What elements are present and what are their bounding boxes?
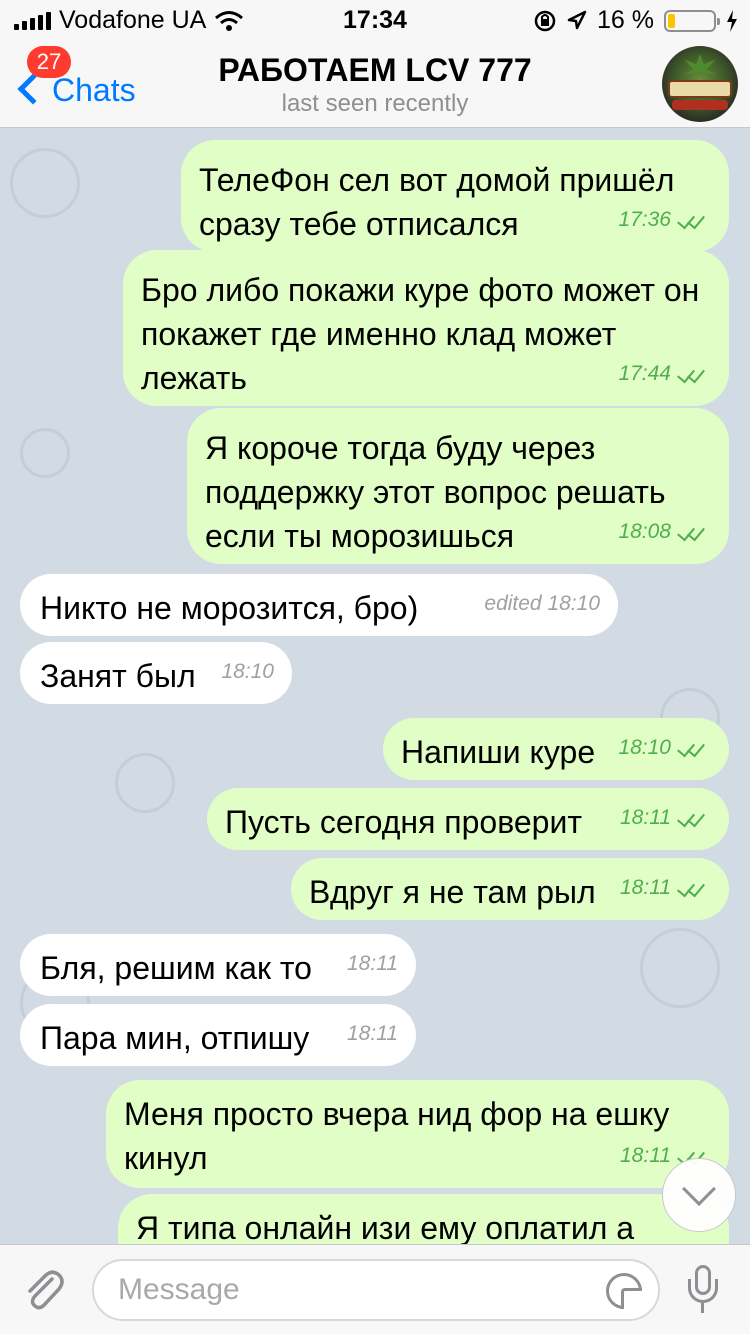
microphone-icon[interactable] bbox=[686, 1265, 720, 1317]
chat-header: Chats 27 РАБОТАЕМ LCV 777 last seen rece… bbox=[0, 40, 750, 128]
avatar-logo-band bbox=[668, 80, 732, 98]
wallpaper-doodle bbox=[115, 753, 175, 813]
message-meta: 17:36 bbox=[618, 198, 711, 242]
status-right: 16 % bbox=[533, 6, 738, 35]
message-bubble-outgoing[interactable]: Меня просто вчера нид фор на ешку кинул … bbox=[106, 1080, 729, 1188]
message-meta: 18:11 bbox=[347, 942, 398, 986]
message-time: 18:10 bbox=[221, 660, 274, 683]
message-time: edited 18:10 bbox=[484, 592, 600, 615]
message-meta: 18:08 bbox=[618, 510, 711, 554]
message-input-bar bbox=[0, 1244, 750, 1334]
message-list[interactable]: ТелеФон сел вот домой пришёл сразу тебе … bbox=[0, 128, 750, 1244]
orientation-lock-icon bbox=[534, 10, 556, 31]
message-meta: 18:11 bbox=[620, 866, 711, 910]
wallpaper-doodle bbox=[20, 428, 70, 478]
message-bubble-outgoing[interactable]: Я типа онлайн изи ему оплатил а bbox=[118, 1194, 729, 1244]
location-icon bbox=[567, 10, 587, 29]
double-check-icon bbox=[675, 523, 711, 541]
message-text: Я типа онлайн изи ему оплатил а bbox=[136, 1210, 635, 1244]
battery-percent: 16 % bbox=[597, 6, 654, 34]
message-time: 18:10 bbox=[618, 736, 671, 759]
message-bubble-outgoing[interactable]: Вдруг я не там рыл 18:11 bbox=[291, 858, 729, 920]
message-bubble-outgoing[interactable]: Напиши куре 18:10 bbox=[383, 718, 729, 780]
charging-bolt-icon bbox=[727, 9, 737, 32]
double-check-icon bbox=[675, 365, 711, 383]
message-bubble-incoming[interactable]: Занят был 18:10 bbox=[20, 642, 292, 704]
message-text: Пара мин, отпишу bbox=[40, 1020, 310, 1056]
wallpaper-doodle bbox=[640, 928, 720, 1008]
message-text: Занят был bbox=[40, 658, 196, 694]
double-check-icon bbox=[675, 739, 711, 757]
message-time: 17:44 bbox=[618, 362, 671, 385]
chevron-down-icon bbox=[682, 1172, 716, 1206]
message-meta: 18:10 bbox=[221, 650, 274, 694]
double-check-icon bbox=[675, 809, 711, 827]
message-meta: edited 18:10 bbox=[484, 582, 600, 626]
message-meta: 18:11 bbox=[620, 796, 711, 840]
message-meta: 18:11 bbox=[347, 1012, 398, 1056]
message-time: 18:08 bbox=[618, 520, 671, 543]
message-text: Вдруг я не там рыл bbox=[309, 874, 596, 910]
message-text: Меня просто вчера нид фор на ешку кинул bbox=[124, 1096, 679, 1176]
message-time: 18:11 bbox=[620, 876, 671, 899]
message-bubble-incoming[interactable]: Бля, решим как то 18:11 bbox=[20, 934, 416, 996]
battery-icon bbox=[664, 9, 720, 32]
microphone-arc bbox=[688, 1279, 718, 1303]
avatar-logo-ribbon bbox=[672, 100, 728, 110]
message-bubble-incoming[interactable]: Пара мин, отпишу 18:11 bbox=[20, 1004, 416, 1066]
battery-level bbox=[668, 13, 676, 28]
message-bubble-outgoing[interactable]: Бро либо покажи куре фото может он покаж… bbox=[123, 250, 729, 406]
avatar[interactable] bbox=[662, 46, 738, 122]
message-text: Я короче тогда буду через поддержку этот… bbox=[205, 430, 675, 554]
message-field[interactable] bbox=[92, 1259, 660, 1321]
message-text: Бля, решим как то bbox=[40, 950, 312, 986]
scroll-to-bottom-button[interactable] bbox=[662, 1158, 736, 1232]
paperclip-icon[interactable] bbox=[22, 1267, 66, 1313]
message-text: Никто не морозится, бро) bbox=[40, 590, 419, 626]
message-time: 17:36 bbox=[618, 208, 671, 231]
message-input[interactable] bbox=[94, 1261, 574, 1319]
message-time: 18:11 bbox=[620, 806, 671, 829]
message-text: Пусть сегодня проверит bbox=[225, 804, 582, 840]
message-time: 18:11 bbox=[620, 1144, 671, 1167]
message-bubble-incoming[interactable]: Никто не морозится, бро) edited 18:10 bbox=[20, 574, 618, 636]
status-bar: Vodafone UA 17:34 16 % bbox=[0, 0, 750, 40]
message-time: 18:11 bbox=[347, 952, 398, 975]
message-time: 18:11 bbox=[347, 1022, 398, 1045]
message-bubble-outgoing[interactable]: Пусть сегодня проверит 18:11 bbox=[207, 788, 729, 850]
double-check-icon bbox=[675, 211, 711, 229]
leaf-logo-icon bbox=[684, 54, 716, 75]
message-meta: 18:10 bbox=[618, 726, 711, 770]
chat-title[interactable]: РАБОТАЕМ LCV 777 bbox=[0, 52, 750, 89]
message-bubble-outgoing[interactable]: Я короче тогда буду через поддержку этот… bbox=[187, 408, 729, 564]
double-check-icon bbox=[675, 879, 711, 897]
message-text: ТелеФон сел вот домой пришёл сразу тебе … bbox=[199, 162, 684, 242]
microphone-stem bbox=[701, 1303, 704, 1313]
wallpaper-doodle bbox=[10, 148, 80, 218]
message-bubble-outgoing[interactable]: ТелеФон сел вот домой пришёл сразу тебе … bbox=[181, 140, 729, 252]
message-text: Напиши куре bbox=[401, 734, 596, 770]
chat-status: last seen recently bbox=[281, 90, 469, 117]
sticker-icon[interactable] bbox=[606, 1273, 642, 1309]
message-meta: 17:44 bbox=[618, 352, 711, 396]
